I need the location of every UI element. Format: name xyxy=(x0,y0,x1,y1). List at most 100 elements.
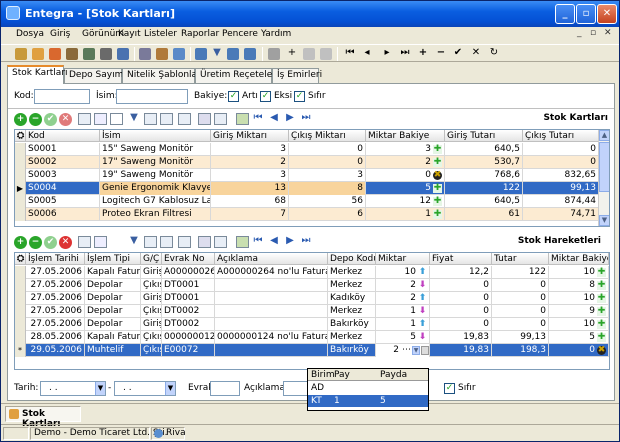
barcode-icon[interactable] xyxy=(100,48,112,60)
menu-dosya[interactable]: Dosya xyxy=(16,29,44,39)
prev-record-icon[interactable]: ◀ xyxy=(268,112,280,124)
scroll-up-icon[interactable]: ▲ xyxy=(599,130,609,141)
prev-record-icon[interactable]: ◀ xyxy=(268,235,280,247)
printer-icon[interactable] xyxy=(198,113,211,125)
col-giris-miktari[interactable]: Giriş Miktarı xyxy=(211,130,289,142)
export-icon[interactable] xyxy=(214,236,227,248)
move-cell-tip[interactable]: Depolar xyxy=(85,279,141,292)
stock-cell-cikis[interactable]: 0 xyxy=(289,156,366,169)
move-cell-gc[interactable]: Çıkış xyxy=(141,344,162,357)
stock-cell-kod[interactable]: S0004 xyxy=(26,182,100,195)
unit-option-kt[interactable]: KT 1 5 xyxy=(308,395,428,407)
menu-yardim[interactable]: Yardım xyxy=(261,29,291,39)
save-icon[interactable] xyxy=(173,48,185,60)
move-cell-evrak[interactable]: A000000264 xyxy=(162,266,215,279)
stock-cell-isim[interactable]: 17" Saweng Monitör xyxy=(100,156,211,169)
confirm-icon[interactable]: ✔ xyxy=(44,113,57,126)
eraser-icon[interactable] xyxy=(15,48,27,60)
move-cell-evrak[interactable]: DT0002 xyxy=(162,305,215,318)
move-cell-evrak[interactable]: 0000000124 xyxy=(162,331,215,344)
col-miktar[interactable]: Miktar xyxy=(376,253,430,265)
new-doc-icon[interactable] xyxy=(268,48,280,60)
stock-cell-kod[interactable]: S0003 xyxy=(26,169,100,182)
stock-cell-gtutar[interactable]: 61 xyxy=(445,208,523,221)
move-cell-aciklama[interactable] xyxy=(215,305,328,318)
move-row[interactable]: 27.05.2006 Depolar Giriş DT0002 Bakırköy 1 ⬆ 0 0… xyxy=(15,318,609,331)
first-record-icon[interactable]: ⏮ xyxy=(344,47,356,59)
col-kod[interactable]: Kod xyxy=(26,130,100,142)
stock-cell-kod[interactable]: S0002 xyxy=(26,156,100,169)
refresh-icon[interactable]: ↻ xyxy=(488,47,500,59)
move-cell-tutar[interactable]: 198,3 xyxy=(492,344,549,357)
move-cell-gc[interactable]: Çıkış xyxy=(141,305,162,318)
stock-cell-giris[interactable]: 7 xyxy=(211,208,289,221)
tab-uretim-receteleri[interactable]: Üretim Reçeteleri xyxy=(195,68,278,83)
stock-cell-cikis[interactable]: 8 xyxy=(289,182,366,195)
move-cell-aciklama[interactable] xyxy=(215,318,328,331)
printer-icon[interactable] xyxy=(139,48,151,60)
calculator-icon[interactable] xyxy=(421,346,429,355)
stock-cell-gtutar[interactable]: 122 xyxy=(445,182,523,195)
col-depo-kodu[interactable]: Depo Kodu xyxy=(328,253,376,265)
move-cell-gc[interactable]: Giriş xyxy=(141,292,162,305)
grid-edit-icon[interactable] xyxy=(94,236,107,248)
dropdown-arrow-icon[interactable]: ▼ xyxy=(95,382,105,395)
remove-icon[interactable]: − xyxy=(29,236,42,249)
tab-is-emirleri[interactable]: İş Emirleri xyxy=(272,68,322,83)
col-cikis-tutari[interactable]: Çıkış Tutarı xyxy=(523,130,599,142)
move-cell-depo[interactable]: Bakırköy xyxy=(328,344,376,357)
stock-cell-gtutar[interactable]: 640,5 xyxy=(445,143,523,156)
expand-icon[interactable] xyxy=(178,236,191,248)
menu-giris[interactable]: Giriş xyxy=(50,29,70,39)
move-cell-gc[interactable]: Çıkış xyxy=(141,279,162,292)
move-cell-tarih[interactable]: 28.05.2006 xyxy=(26,331,85,344)
stock-cell-cikis[interactable]: 6 xyxy=(289,208,366,221)
maximize-button[interactable]: ▫ xyxy=(576,4,596,24)
col-tutar[interactable]: Tutar xyxy=(492,253,549,265)
move-cell-depo[interactable]: Bakırköy xyxy=(328,318,376,331)
next-record-icon[interactable]: ▶ xyxy=(284,112,296,124)
tab-depo-sayimi[interactable]: Depo Sayımı xyxy=(64,68,126,83)
move-cell-tarih[interactable]: 27.05.2006 xyxy=(26,266,85,279)
columns-icon[interactable] xyxy=(144,236,157,248)
move-cell-evrak[interactable]: E00072 xyxy=(162,344,215,357)
move-cell-tarih[interactable]: 29.05.2006 xyxy=(26,344,85,357)
move-cell-tutar[interactable]: 0 xyxy=(492,279,549,292)
next-record-icon[interactable]: ▶ xyxy=(284,235,296,247)
stock-cell-kod[interactable]: S0006 xyxy=(26,208,100,221)
move-cell-tip[interactable]: Depolar xyxy=(85,318,141,331)
menu-listeler[interactable]: Listeler xyxy=(144,29,177,39)
dropdown-arrow-icon[interactable]: ▼ xyxy=(165,382,175,395)
printer-icon[interactable] xyxy=(198,236,211,248)
ellipsis-button[interactable]: ⋯ xyxy=(402,344,411,357)
add-icon[interactable]: + xyxy=(286,47,298,59)
menu-pencere[interactable]: Pencere xyxy=(222,29,258,39)
col-islem-tarihi[interactable]: İşlem Tarihi xyxy=(26,253,85,265)
stock-cell-ctutar[interactable]: 0 xyxy=(523,156,599,169)
mdi-close-icon[interactable]: ✕ xyxy=(604,28,612,38)
dropdown-arrow-icon[interactable]: ▼ xyxy=(412,346,420,355)
stock-cell-gtutar[interactable]: 640,5 xyxy=(445,195,523,208)
layout-icon[interactable] xyxy=(244,48,256,60)
prev-record-icon[interactable]: ◂ xyxy=(361,47,373,59)
move-cell-tip[interactable]: Depolar xyxy=(85,305,141,318)
move-cell-tutar[interactable]: 99,13 xyxy=(492,331,549,344)
move-cell-aciklama[interactable]: A000000264 no'lu Faturaları xyxy=(215,266,328,279)
move-cell-tutar[interactable]: 122 xyxy=(492,266,549,279)
col-cikis-miktari[interactable]: Çıkış Miktarı xyxy=(289,130,366,142)
filter-icon[interactable]: ▼ xyxy=(128,235,140,247)
scroll-thumb[interactable] xyxy=(599,142,609,192)
move-cell-depo[interactable]: Merkez xyxy=(328,279,376,292)
confirm-icon[interactable]: ✔ xyxy=(44,236,57,249)
move-cell-tutar[interactable]: 0 xyxy=(492,305,549,318)
move-row[interactable]: 28.05.2006Kapalı FaturaÇıkış000000012400… xyxy=(15,331,609,344)
moves-grid[interactable]: ⛭ İşlem Tarihi İşlem Tipi G/Ç Evrak No A… xyxy=(14,252,610,370)
menu-kayit[interactable]: Kayıt xyxy=(118,29,141,39)
stock-row[interactable]: S0003 19" Saweng Monitör 3 3 0 ✖ 768,6 832,65 xyxy=(15,169,599,182)
unit-dropdown-popup[interactable]: Birim Pay Payda AD KT 1 5 xyxy=(307,368,429,411)
stock-cell-cikis[interactable]: 56 xyxy=(289,195,366,208)
move-cell-evrak[interactable]: DT0002 xyxy=(162,318,215,331)
stock-cell-isim[interactable]: Genie Ergonomik Klavye xyxy=(100,182,211,195)
delete-icon[interactable]: − xyxy=(435,47,447,59)
expand-icon[interactable] xyxy=(178,113,191,125)
